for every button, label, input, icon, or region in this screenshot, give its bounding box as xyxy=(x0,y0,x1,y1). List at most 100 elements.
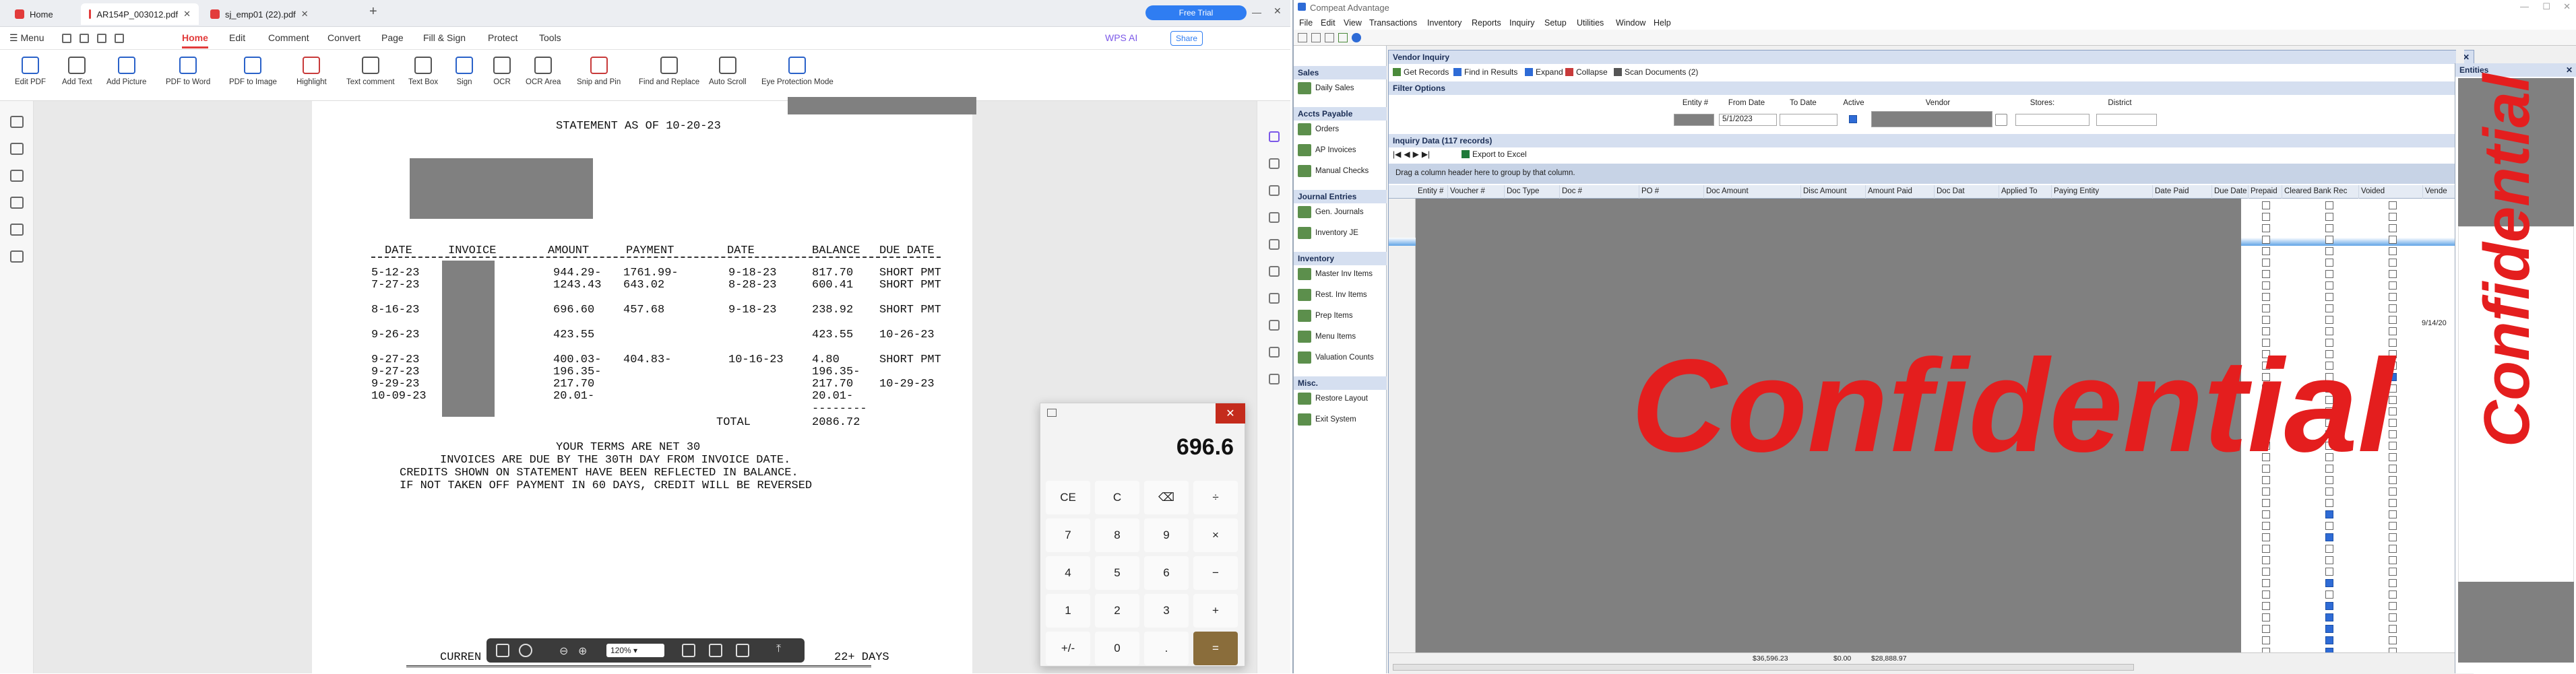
sidebar-item[interactable]: Rest. Inv Items xyxy=(1298,289,1367,301)
voided-checkbox[interactable] xyxy=(2389,281,2397,290)
prepaid-checkbox[interactable] xyxy=(2262,316,2270,324)
eye-protection-button[interactable]: Eye Protection Mode xyxy=(761,57,834,86)
nav-last-icon[interactable]: ▶| xyxy=(1422,149,1430,159)
grid-column-header[interactable]: Doc # xyxy=(1560,185,1639,199)
pdf-to-image-button[interactable]: PDF to Image xyxy=(229,57,277,86)
cleared-bank-rec-checkbox[interactable] xyxy=(2325,636,2333,644)
prepaid-checkbox[interactable] xyxy=(2262,636,2270,644)
zoom-out-icon[interactable]: ⊖ xyxy=(559,644,568,658)
voided-checkbox[interactable] xyxy=(2389,591,2397,599)
tab-home[interactable]: Home xyxy=(7,3,61,25)
tag-icon[interactable] xyxy=(10,197,24,209)
menu-edit[interactable]: Edit xyxy=(1321,18,1336,28)
sidebar-item[interactable]: Orders xyxy=(1298,123,1339,135)
filter-icon[interactable] xyxy=(1269,239,1280,250)
calc-key[interactable]: 4 xyxy=(1046,556,1090,590)
export-excel-button[interactable]: Export to Excel xyxy=(1462,147,1527,161)
vendor-search-icon[interactable] xyxy=(1995,114,2007,126)
prepaid-checkbox[interactable] xyxy=(2262,556,2270,564)
close-window-icon[interactable]: ✕ xyxy=(1274,5,1282,17)
minimize-icon[interactable]: — xyxy=(1252,7,1261,18)
to-date-input[interactable] xyxy=(1780,114,1837,126)
calc-key[interactable]: 6 xyxy=(1144,556,1189,590)
text-box-button[interactable]: Text Box xyxy=(408,57,438,86)
prepaid-checkbox[interactable] xyxy=(2262,568,2270,576)
voided-checkbox[interactable] xyxy=(2389,579,2397,587)
cleared-bank-rec-checkbox[interactable] xyxy=(2325,522,2333,530)
cleared-bank-rec-checkbox[interactable] xyxy=(2325,568,2333,576)
voided-checkbox[interactable] xyxy=(2389,201,2397,209)
first-page-icon[interactable]: ⤒ xyxy=(776,643,781,655)
voided-checkbox[interactable] xyxy=(2389,568,2397,576)
district-select[interactable] xyxy=(2096,114,2157,126)
menu-setup[interactable]: Setup xyxy=(1544,18,1567,28)
grid-column-header[interactable]: Paying Entity xyxy=(2052,185,2153,199)
sidebar-item[interactable]: Inventory JE xyxy=(1298,227,1358,239)
grid-column-header[interactable]: Doc Type xyxy=(1505,185,1560,199)
sidebar-group-header[interactable]: Journal Entries xyxy=(1294,190,1387,203)
calculator-close-button[interactable]: ✕ xyxy=(1216,403,1245,424)
calc-key[interactable]: ÷ xyxy=(1193,481,1238,514)
sidebar-item[interactable]: Exit System xyxy=(1298,413,1356,426)
cleared-bank-rec-checkbox[interactable] xyxy=(2325,602,2333,610)
wps-ai-button[interactable]: WPS AI xyxy=(1105,32,1137,43)
sidebar-item[interactable]: Manual Checks xyxy=(1298,165,1369,177)
sidebar-item[interactable]: Gen. Journals xyxy=(1298,206,1364,218)
highlight-button[interactable]: Highlight xyxy=(296,57,327,86)
bookmark-icon[interactable] xyxy=(10,116,24,128)
prepaid-checkbox[interactable] xyxy=(2262,201,2270,209)
grid-column-header[interactable]: Doc Amount xyxy=(1704,185,1801,199)
menu-inquiry[interactable]: Inquiry xyxy=(1509,18,1535,28)
zoom-select[interactable]: 120% ▾ xyxy=(606,644,664,657)
menu-fill-sign[interactable]: Fill & Sign xyxy=(423,32,466,43)
prepaid-checkbox[interactable] xyxy=(2262,281,2270,290)
fit-page-icon[interactable] xyxy=(682,644,695,657)
attachment-icon[interactable] xyxy=(10,224,24,236)
cleared-bank-rec-checkbox[interactable] xyxy=(2325,579,2333,587)
rotate-icon[interactable] xyxy=(709,644,722,657)
scan-documents-button[interactable]: Scan Documents (2) xyxy=(1614,65,1698,79)
thumbnails-icon[interactable] xyxy=(10,143,24,155)
calc-key[interactable]: ⌫ xyxy=(1144,481,1189,514)
compress-icon[interactable] xyxy=(1269,212,1280,223)
grid-column-header[interactable]: Cleared Bank Rec xyxy=(2282,185,2359,199)
voided-checkbox[interactable] xyxy=(2389,556,2397,564)
sidebar-item[interactable]: AP Invoices xyxy=(1298,144,1356,156)
grid-column-header[interactable]: Amount Paid xyxy=(1866,185,1935,199)
prepaid-checkbox[interactable] xyxy=(2262,247,2270,255)
nav-next-icon[interactable]: ▶ xyxy=(1413,149,1419,159)
add-text-button[interactable]: Add Text xyxy=(62,57,92,86)
grid-column-header[interactable]: Entity # xyxy=(1416,185,1448,199)
open-icon[interactable] xyxy=(1311,33,1321,42)
menu-page[interactable]: Page xyxy=(381,32,404,43)
edit-pdf-button[interactable]: Edit PDF xyxy=(15,57,46,86)
calc-key[interactable]: 8 xyxy=(1095,518,1139,552)
find-replace-button[interactable]: Find and Replace xyxy=(639,57,699,86)
sidebar-group-header[interactable]: Inventory xyxy=(1294,252,1387,265)
active-checkbox[interactable] xyxy=(1849,115,1857,123)
voided-checkbox[interactable] xyxy=(2389,602,2397,610)
auto-scroll-button[interactable]: Auto Scroll xyxy=(709,57,747,86)
prepaid-checkbox[interactable] xyxy=(2262,602,2270,610)
calc-key[interactable]: . xyxy=(1144,632,1189,665)
calc-key[interactable]: = xyxy=(1193,632,1238,665)
sidebar-item[interactable]: Master Inv Items xyxy=(1298,268,1373,280)
prepaid-checkbox[interactable] xyxy=(2262,213,2270,221)
calc-key[interactable]: 2 xyxy=(1095,594,1139,628)
prepaid-checkbox[interactable] xyxy=(2262,510,2270,518)
sidebar-group-header[interactable]: Sales xyxy=(1294,66,1387,79)
settings-icon[interactable] xyxy=(1269,374,1280,384)
voided-checkbox[interactable] xyxy=(2389,259,2397,267)
help-icon[interactable] xyxy=(1269,347,1280,358)
cleared-bank-rec-checkbox[interactable] xyxy=(2325,316,2333,324)
menu-view[interactable]: View xyxy=(1344,18,1362,28)
grid-column-header[interactable]: Applied To xyxy=(1999,185,2052,199)
calc-key[interactable]: 5 xyxy=(1095,556,1139,590)
prepaid-checkbox[interactable] xyxy=(2262,625,2270,633)
nav-prev-icon[interactable]: ◀ xyxy=(1404,149,1410,159)
prepaid-checkbox[interactable] xyxy=(2262,259,2270,267)
grid-column-header[interactable]: Due Date xyxy=(2212,185,2249,199)
menu-help[interactable]: Help xyxy=(1654,18,1671,28)
calc-key[interactable]: + xyxy=(1193,594,1238,628)
grid-column-header[interactable]: Date Paid xyxy=(2153,185,2212,199)
